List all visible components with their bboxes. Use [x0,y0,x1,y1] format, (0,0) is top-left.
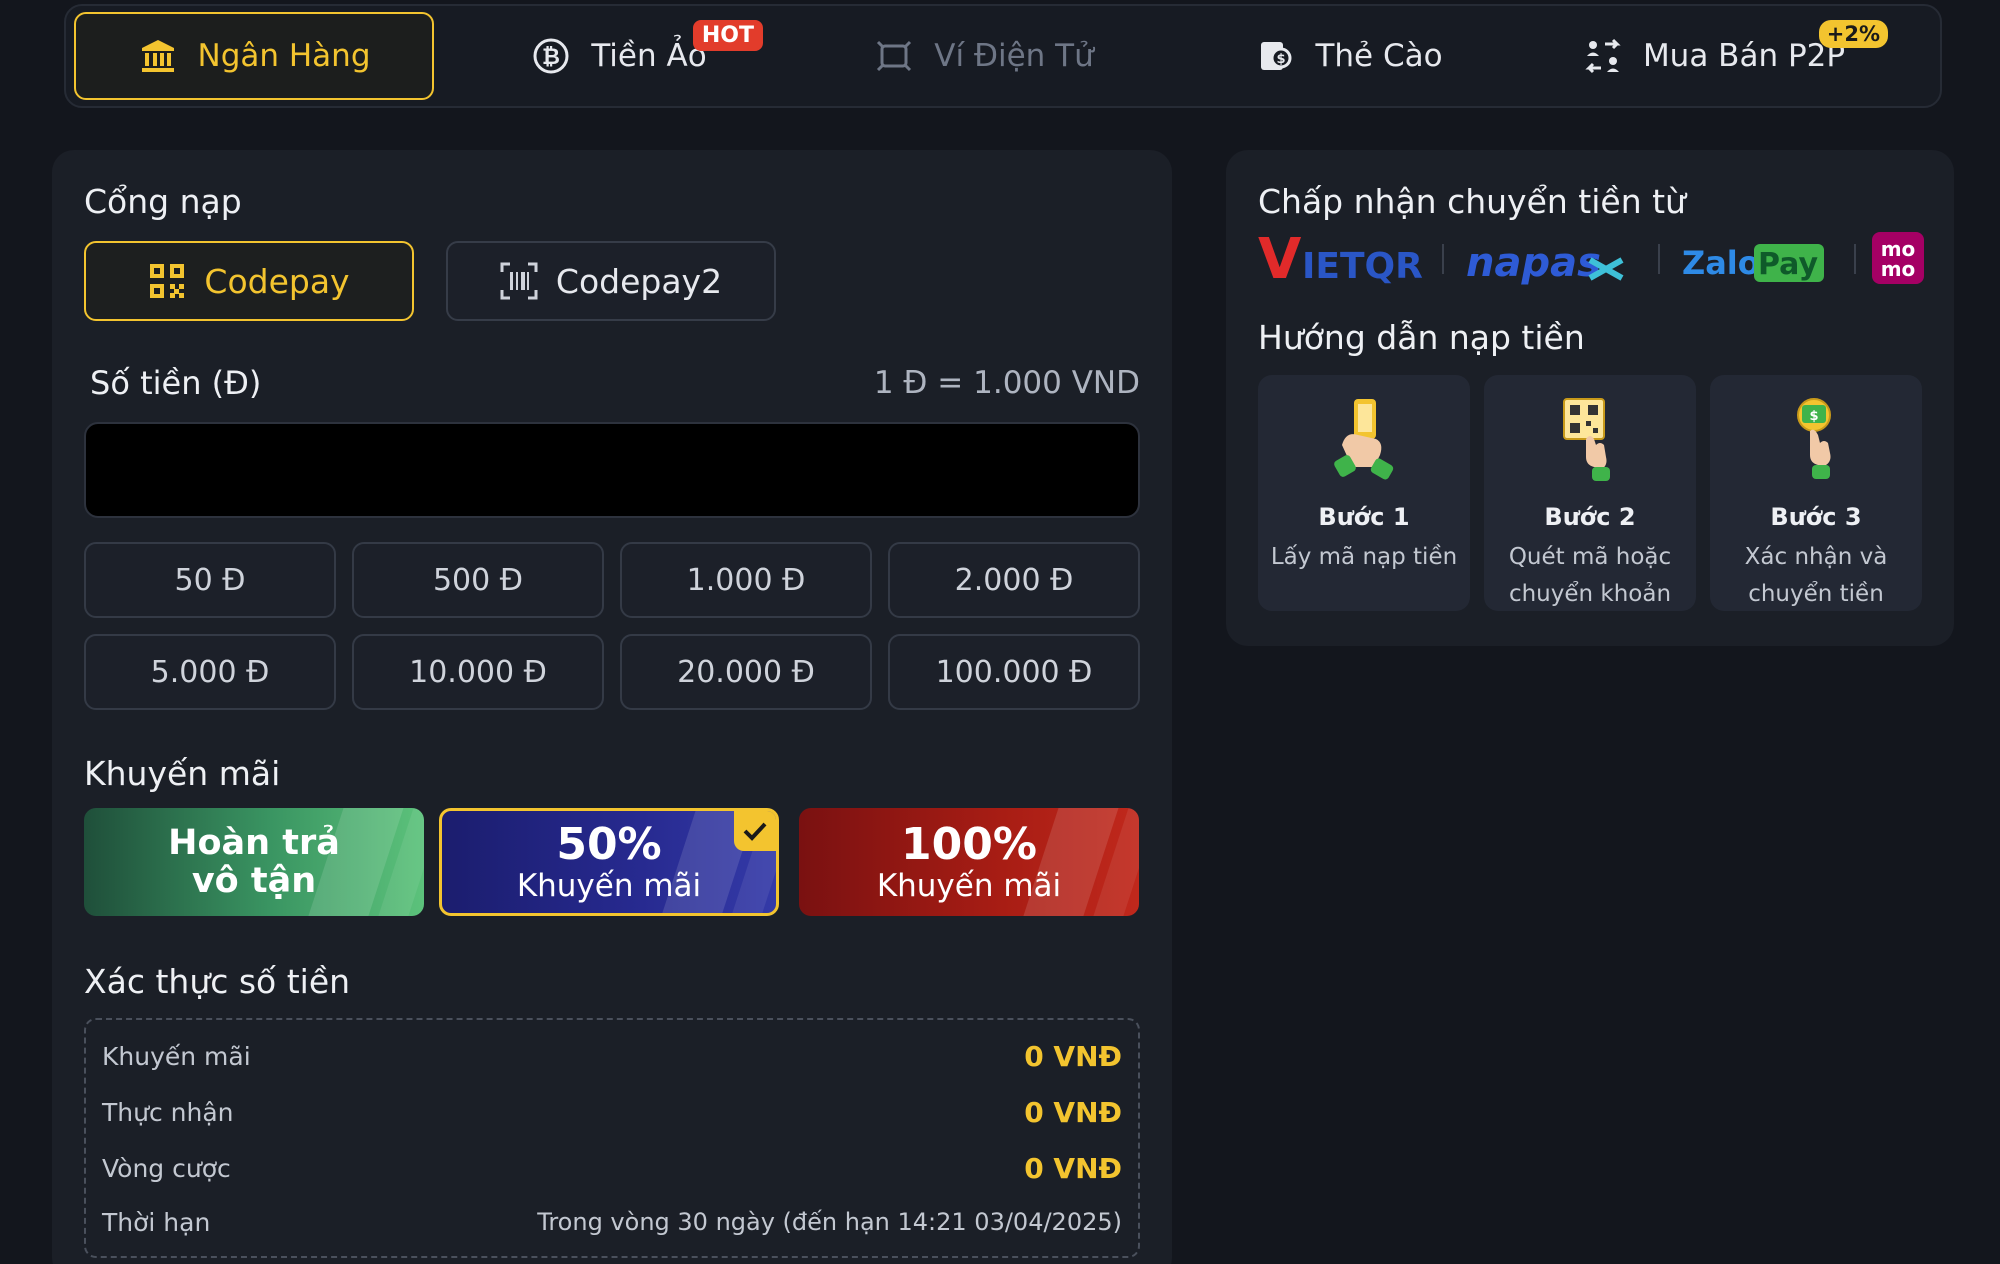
tab-label: Thẻ Cào [1315,38,1443,74]
zalopay-logo: Zalo Pay [1682,244,1824,282]
svg-text:napas: napas [1466,240,1601,286]
tab-p2p[interactable]: Mua Bán P2P +2% [1534,12,1894,100]
info-panel: Chấp nhận chuyển tiền từ V IETQR napas Z… [1226,150,1954,646]
hot-badge: HOT [692,20,763,51]
amount-chip[interactable]: 1.000 Đ [620,542,872,618]
vietqr-logo: V IETQR [1258,230,1423,290]
gateway-codepay-button[interactable]: Codepay [84,241,414,321]
guide-step-2: Bước 2 Quét mã hoặc chuyển khoản [1484,375,1696,611]
exchange-rate: 1 Đ = 1.000 VND [873,365,1140,401]
selected-check-icon [734,811,776,851]
svg-text:$: $ [1809,409,1818,424]
svg-text:mo: mo [1881,257,1916,281]
verify-value: 0 VNĐ [1024,1151,1122,1185]
verify-title: Xác thực số tiền [84,962,351,1001]
promo-line1: 100% [901,818,1037,870]
step-title: Bước 1 [1318,503,1410,531]
barcode-scan-icon [500,262,538,300]
guide-title: Hướng dẫn nạp tiền [1258,318,1585,357]
verify-key: Khuyến mãi [102,1041,251,1071]
gateway-label: Codepay2 [555,261,723,301]
momo-logo: mo mo [1872,232,1924,284]
promo-line2: Khuyến mãi [876,868,1062,905]
tab-crypto[interactable]: ₿ Tiền Ảo HOT [439,12,799,100]
svg-text:V: V [1258,230,1302,290]
tab-scratch-card[interactable]: $ Thẻ Cào [1169,12,1529,100]
verify-value: 0 VNĐ [1024,1095,1122,1129]
svg-text:₿: ₿ [542,45,560,70]
svg-text:Zalo: Zalo [1682,244,1760,282]
promo-100-percent[interactable]: 100% Khuyến mãi [799,808,1139,916]
verify-key: Vòng cược [102,1153,231,1183]
scan-qr-icon [1563,398,1610,481]
gateway-title: Cổng nạp [84,182,242,221]
tab-label: Ngân Hàng [197,38,371,74]
promotion-title: Khuyến mãi [84,754,281,793]
promo-line2: vô tận [191,861,317,901]
qr-icon [150,264,185,298]
accepted-logos: V IETQR napas Zalo Pay mo mo [1258,230,1928,290]
step-desc: Xác nhận và chuyển tiền [1744,544,1888,607]
verify-value: Trong vòng 30 ngày (đến hạn 14:21 03/04/… [537,1208,1122,1236]
amount-chip[interactable]: 500 Đ [352,542,604,618]
step-desc: Quét mã hoặc chuyển khoản [1508,544,1672,607]
step-desc: Lấy mã nạp tiền [1270,544,1458,570]
verify-row-received: Thực nhận 0 VNĐ [102,1092,1122,1132]
amount-label: Số tiền (Đ) [90,364,262,402]
bonus-badge: +2% [1818,20,1888,48]
payment-method-tabbar: Ngân Hàng ₿ Tiền Ảo HOT Ví Điện Tử $ Thẻ… [64,4,1942,108]
amount-chip[interactable]: 10.000 Đ [352,634,604,710]
tab-bank[interactable]: Ngân Hàng [74,12,434,100]
verify-key: Thời hạn [102,1207,211,1237]
promo-line2: Khuyến mãi [516,868,702,905]
wallet-icon [877,40,912,72]
svg-text:IETQR: IETQR [1302,246,1423,287]
logo-divider [1854,244,1856,274]
tab-label: Tiền Ảo [591,38,707,74]
bitcoin-icon: ₿ [533,38,569,74]
promo-line1: 50% [556,818,662,870]
gateway-label: Codepay [204,261,350,301]
napas-logo: napas [1466,240,1624,286]
step-title: Bước 3 [1770,503,1862,531]
tab-label: Ví Điện Tử [934,38,1094,74]
promo-50-percent[interactable]: 50% Khuyến mãi [439,808,779,916]
accept-title: Chấp nhận chuyển tiền từ [1258,182,1686,221]
gateway-codepay2-button[interactable]: Codepay2 [446,241,776,321]
amount-chip[interactable]: 100.000 Đ [888,634,1140,710]
verify-row-deadline: Thời hạn Trong vòng 30 ngày (đến hạn 14:… [102,1202,1122,1242]
bank-icon [141,40,174,72]
amount-chip[interactable]: 2.000 Đ [888,542,1140,618]
amount-chip[interactable]: 50 Đ [84,542,336,618]
tab-label: Mua Bán P2P [1642,38,1846,74]
step-title: Bước 2 [1544,503,1636,531]
amount-chip[interactable]: 20.000 Đ [620,634,872,710]
tab-ewallet[interactable]: Ví Điện Tử [804,12,1164,100]
exchange-icon [1585,38,1621,74]
deposit-form-panel: Cổng nạp Codepay Codepay2 Số tiền (Đ) 1 … [52,150,1172,1264]
logo-divider [1658,244,1660,274]
guide-step-3: $ Bước 3 Xác nhận và chuyển tiền [1710,375,1922,611]
verify-row-wager: Vòng cược 0 VNĐ [102,1148,1122,1188]
promo-line1: Hoàn trả [168,822,340,863]
confirm-payment-icon: $ [1797,398,1831,479]
svg-text:Pay: Pay [1758,247,1819,282]
amount-chip[interactable]: 5.000 Đ [84,634,336,710]
hand-phone-icon [1334,399,1394,480]
amount-input[interactable] [84,422,1140,518]
promo-unlimited-cashback[interactable]: Hoàn trả vô tận [84,808,424,916]
verify-row-promotion: Khuyến mãi 0 VNĐ [102,1036,1122,1076]
guide-step-1: Bước 1 Lấy mã nạp tiền [1258,375,1470,611]
verify-summary: Khuyến mãi 0 VNĐ Thực nhận 0 VNĐ Vòng cư… [84,1018,1140,1258]
verify-value: 0 VNĐ [1024,1039,1122,1073]
logo-divider [1442,244,1444,274]
card-icon: $ [1261,42,1292,70]
svg-text:$: $ [1277,52,1286,67]
verify-key: Thực nhận [102,1097,234,1127]
